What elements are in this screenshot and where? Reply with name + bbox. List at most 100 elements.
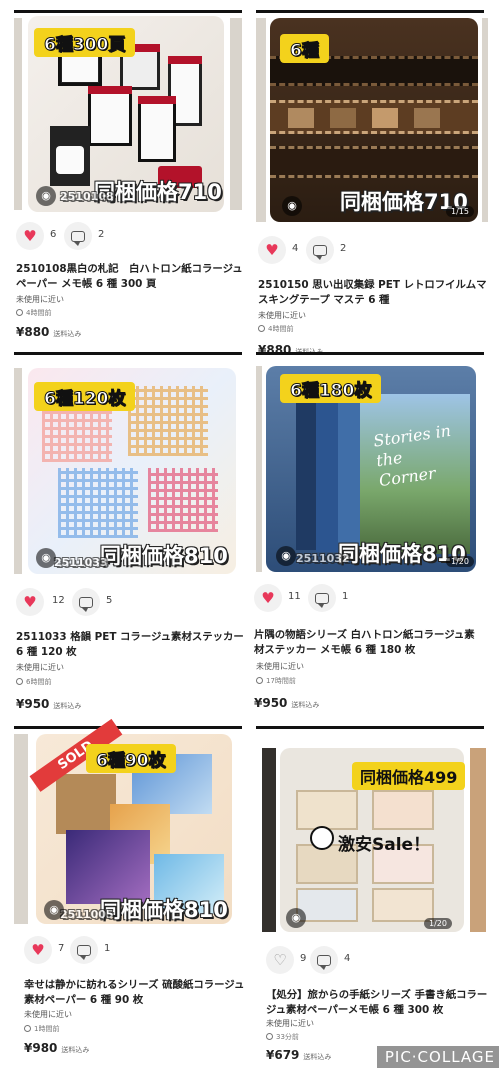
comment-icon xyxy=(71,230,85,246)
action-row: ♥ 7 1 xyxy=(24,936,224,964)
title-line: ペーパー メモ帳 6 種 300 頁 xyxy=(16,278,157,290)
card-divider xyxy=(256,726,484,729)
posted-time: 33分前 xyxy=(266,1032,299,1042)
like-button[interactable]: ♡ xyxy=(266,946,294,974)
card-divider xyxy=(14,10,242,13)
image-pager: 1/15 xyxy=(446,206,474,217)
price-value: ¥980 xyxy=(24,1041,58,1055)
item-code-overlay: 2511005 xyxy=(60,908,114,921)
card-divider xyxy=(256,10,484,13)
camera-icon[interactable]: ◉ xyxy=(36,186,56,206)
posted-time-text: 1時間前 xyxy=(34,1025,60,1033)
posted-time: 6時間前 xyxy=(16,677,51,687)
clock-icon xyxy=(256,677,263,684)
clock-icon xyxy=(16,678,23,685)
action-row: ♥ 11 1 xyxy=(254,584,454,612)
sale-label: 激安Sale！ xyxy=(338,835,431,855)
like-count: 11 xyxy=(288,591,301,602)
comment-button[interactable] xyxy=(64,222,92,250)
action-row: ♥ 12 5 xyxy=(16,588,216,616)
product-title[interactable]: 2510150 思い出収集録 PET レトロフイルムマ スキングテープ マステ … xyxy=(258,278,494,308)
like-button[interactable]: ♥ xyxy=(16,588,44,616)
comment-button[interactable] xyxy=(310,946,338,974)
condition-label: 未使用に近い xyxy=(16,295,64,304)
title-line: スキングテープ マステ 6 種 xyxy=(258,294,390,306)
comment-count: 1 xyxy=(104,943,111,954)
posted-time: 4時間前 xyxy=(258,324,293,334)
item-code-overlay: 2510108 xyxy=(60,190,114,203)
heart-icon: ♥ xyxy=(261,588,275,607)
image-pager: 1/20 xyxy=(424,918,452,929)
quantity-badge: 6種300頁 xyxy=(34,28,136,57)
price: ¥880送料込み xyxy=(16,325,81,339)
shipping-label: 送料込み xyxy=(291,701,320,709)
comment-icon xyxy=(315,592,329,608)
condition-label: 未使用に近い xyxy=(266,1019,314,1028)
product-title[interactable]: 2511033 格韻 PET コラージュ素材ステッカー 6 種 120 枚 xyxy=(16,630,248,660)
like-button[interactable]: ♥ xyxy=(16,222,44,250)
like-button[interactable]: ♥ xyxy=(24,936,52,964)
comment-icon xyxy=(79,596,93,612)
app-watermark: PIC·COLLAGE xyxy=(376,1046,499,1068)
like-count: 4 xyxy=(292,243,299,254)
posted-time: 17時間前 xyxy=(256,676,296,686)
item-code-overlay: 2511033 xyxy=(54,556,108,569)
card-divider xyxy=(14,352,242,355)
product-title[interactable]: 【処分】旅からの手紙シリーズ 手書き紙コラー ジュ素材ペーパーメモ帳 6 種 3… xyxy=(266,988,492,1018)
product-title[interactable]: 幸せは静かに訪れるシリーズ 硫酸紙コラージュ 素材ペーパー 6 種 90 枚 xyxy=(24,978,250,1008)
neighbor-image-edge xyxy=(256,366,262,572)
clock-icon xyxy=(16,309,23,316)
quantity-badge: 6種 xyxy=(280,34,329,63)
neighbor-image-edge xyxy=(14,368,22,574)
title-line: 2510150 思い出収集録 PET レトロフイルムマ xyxy=(258,279,487,291)
posted-time-text: 6時間前 xyxy=(26,678,52,686)
title-line: 2511033 格韻 PET コラージュ素材ステッカー xyxy=(16,631,244,643)
price-value: ¥950 xyxy=(254,696,288,710)
condition-label: 未使用に近い xyxy=(16,663,64,672)
price-value: ¥679 xyxy=(266,1048,300,1062)
camera-icon[interactable]: ◉ xyxy=(282,196,302,216)
like-count: 7 xyxy=(58,943,65,954)
price: ¥980 送料込み xyxy=(24,1041,89,1055)
neighbor-image-edge xyxy=(256,18,266,222)
neighbor-image-edge xyxy=(482,18,488,222)
neighbor-image-edge xyxy=(14,734,28,924)
action-row: ♥ 6 2 xyxy=(16,222,216,250)
action-row: ♡ 9 4 xyxy=(266,946,466,974)
comment-button[interactable] xyxy=(306,236,334,264)
product-title[interactable]: 2510108黒白の札記 白ハトロン紙コラージュ ペーパー メモ帳 6 種 30… xyxy=(16,262,248,292)
comment-icon xyxy=(317,954,331,970)
camera-icon[interactable]: ◉ xyxy=(36,548,56,568)
comment-button[interactable] xyxy=(70,936,98,964)
promo-price-label: 同梱価格810 xyxy=(100,544,228,568)
clock-icon xyxy=(310,826,334,850)
clock-icon xyxy=(24,1025,31,1032)
heart-icon: ♥ xyxy=(23,226,37,245)
comment-button[interactable] xyxy=(308,584,336,612)
condition-label: 未使用に近い xyxy=(258,311,306,320)
comment-button[interactable] xyxy=(72,588,100,616)
like-button[interactable]: ♥ xyxy=(258,236,286,264)
camera-icon[interactable]: ◉ xyxy=(286,908,306,928)
shipping-label: 送料込み xyxy=(303,1053,332,1061)
like-button[interactable]: ♥ xyxy=(254,584,282,612)
like-count: 9 xyxy=(300,953,307,964)
product-title[interactable]: 片隅の物語シリーズ 白ハトロン紙コラージュ素 材ステッカー メモ帳 6 種 18… xyxy=(254,628,494,658)
condition-label: 未使用に近い xyxy=(24,1010,72,1019)
posted-time-text: 33分前 xyxy=(276,1033,299,1041)
price-value: ¥880 xyxy=(16,325,50,339)
title-line: ジュ素材ペーパーメモ帳 6 種 300 枚 xyxy=(266,1004,444,1016)
comment-count: 1 xyxy=(342,591,349,602)
camera-icon[interactable]: ◉ xyxy=(276,546,296,566)
camera-icon[interactable]: ◉ xyxy=(44,900,64,920)
comment-count: 2 xyxy=(340,243,347,254)
action-row: ♥ 4 2 xyxy=(258,236,458,264)
shipping-label: 送料込み xyxy=(53,330,82,338)
neighbor-image-edge xyxy=(230,18,242,210)
posted-time: 4時間前 xyxy=(16,308,51,318)
clock-icon xyxy=(266,1033,273,1040)
item-code-overlay: 2511032 xyxy=(296,552,350,565)
title-line: 6 種 120 枚 xyxy=(16,646,77,658)
comment-count: 5 xyxy=(106,595,113,606)
neighbor-image-edge xyxy=(262,748,276,932)
